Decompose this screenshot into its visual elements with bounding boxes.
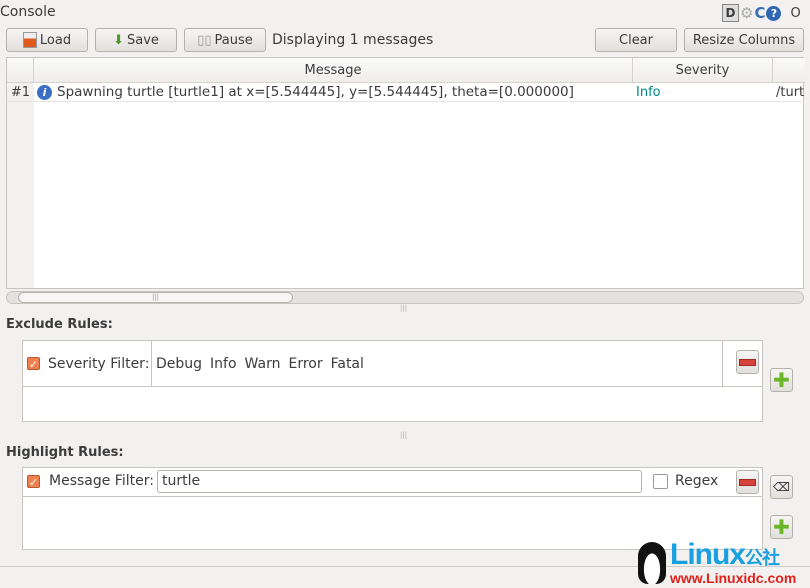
regex-label: Regex: [675, 473, 719, 489]
header-message[interactable]: Message: [34, 58, 633, 83]
plus-icon: ✚: [773, 368, 790, 392]
add-highlight-rule-button[interactable]: ✚: [770, 515, 793, 539]
severity-list[interactable]: Debug Info Warn Error Fatal: [152, 341, 723, 386]
severity-filter-label: Severity Filter:: [48, 355, 150, 372]
severity-cell: Info: [633, 83, 773, 102]
message-filter-checkbox[interactable]: ✓: [27, 475, 40, 489]
pause-button[interactable]: ▯▯ Pause: [184, 28, 266, 52]
load-button[interactable]: Load: [6, 28, 88, 52]
status-text: Displaying 1 messages: [272, 32, 434, 48]
refresh-icon[interactable]: C: [754, 4, 765, 22]
save-button[interactable]: ⬇ Save: [95, 28, 177, 52]
message-filter-label: Message Filter:: [49, 473, 154, 489]
node-cell: /turtlesim: [773, 83, 804, 102]
info-icon: i: [37, 84, 52, 100]
gear-icon[interactable]: ⚙: [740, 4, 753, 22]
remove-exclude-rule-button[interactable]: [736, 350, 759, 374]
message-table[interactable]: Message Severity #1 i Spawning turtle [t…: [6, 57, 805, 289]
corner-header: [7, 58, 34, 83]
help-icon[interactable]: ?: [766, 5, 782, 21]
d-icon[interactable]: D: [722, 4, 739, 22]
row-number-column: [7, 83, 34, 288]
minus-icon: [739, 478, 756, 486]
pause-icon: ▯▯: [197, 32, 212, 48]
save-icon: ⬇: [113, 32, 124, 48]
plus-icon: ✚: [773, 515, 790, 539]
watermark-logo: Linux公社 www.Linuxidc.com: [636, 538, 810, 588]
highlight-rules-title: Highlight Rules:: [6, 445, 124, 460]
eraser-icon: ⌫: [773, 480, 790, 494]
splitter-handle[interactable]: |||: [400, 304, 407, 312]
exclude-rules-title: Exclude Rules:: [6, 317, 113, 332]
row-number: #1: [7, 83, 34, 102]
message-filter-input[interactable]: turtle: [157, 470, 642, 493]
window-title: Console: [0, 4, 56, 20]
penguin-icon: [638, 542, 666, 584]
scrollbar-thumb[interactable]: |||: [18, 292, 293, 303]
regex-checkbox[interactable]: [653, 474, 668, 489]
header-node: [773, 58, 805, 83]
highlight-rules-box: ✓ Message Filter: turtle Regex: [22, 467, 763, 550]
clear-filter-button[interactable]: ⌫: [770, 475, 793, 499]
severity-option[interactable]: Warn: [245, 356, 281, 372]
table-row[interactable]: i Spawning turtle [turtle1] at x=[5.5444…: [34, 83, 633, 102]
horizontal-scrollbar[interactable]: |||: [6, 291, 804, 304]
resize-columns-button[interactable]: Resize Columns: [684, 28, 804, 52]
remove-highlight-rule-button[interactable]: [736, 470, 759, 494]
add-exclude-rule-button[interactable]: ✚: [770, 368, 793, 392]
clear-button[interactable]: Clear: [595, 28, 677, 52]
minus-icon: [739, 358, 756, 366]
message-filter-rule: ✓ Message Filter: turtle Regex: [23, 468, 762, 497]
splitter-handle[interactable]: |||: [400, 431, 407, 439]
severity-filter-checkbox[interactable]: ✓: [27, 357, 40, 371]
folder-icon: [22, 32, 37, 48]
header-severity[interactable]: Severity: [633, 58, 773, 83]
close-icon[interactable]: O: [790, 6, 800, 21]
severity-option[interactable]: Debug: [156, 356, 202, 372]
severity-option[interactable]: Info: [210, 356, 237, 372]
severity-option[interactable]: Fatal: [331, 356, 364, 372]
severity-option[interactable]: Error: [288, 356, 322, 372]
severity-filter-rule: ✓ Severity Filter: Debug Info Warn Error…: [23, 341, 723, 387]
exclude-rules-box: ✓ Severity Filter: Debug Info Warn Error…: [22, 340, 763, 422]
